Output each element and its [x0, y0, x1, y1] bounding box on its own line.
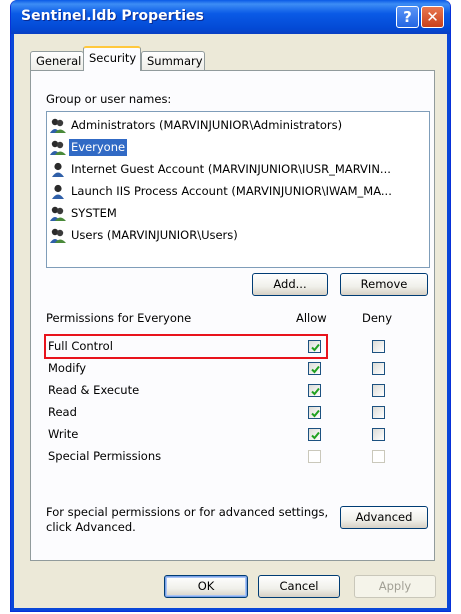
permission-name: Special Permissions	[48, 449, 162, 463]
group-icon	[49, 228, 67, 244]
permission-name: Read & Execute	[48, 383, 140, 397]
deny-checkbox	[372, 450, 385, 463]
user-icon	[49, 162, 67, 178]
permission-row: Read	[45, 402, 385, 423]
advanced-hint-line2: click Advanced.	[46, 520, 136, 534]
permission-row: Read & Execute	[45, 380, 385, 401]
user-name: Launch IIS Process Account (MARVINJUNIOR…	[71, 184, 392, 198]
deny-checkbox[interactable]	[372, 362, 385, 375]
user-list-item[interactable]: Internet Guest Account (MARVINJUNIOR\IUS…	[49, 160, 393, 179]
allow-header: Allow	[296, 311, 327, 325]
user-name: Administrators (MARVINJUNIOR\Administrat…	[71, 118, 343, 132]
allow-checkbox[interactable]	[308, 406, 321, 419]
close-button[interactable]: ✕	[421, 6, 444, 28]
security-panel: Group or user names: Administrators (MAR…	[30, 70, 435, 561]
advanced-button[interactable]: Advanced	[340, 506, 428, 529]
user-name: Everyone	[69, 139, 128, 156]
user-list-item[interactable]: SYSTEM	[49, 204, 119, 223]
permission-row: Special Permissions	[45, 446, 385, 467]
user-name: SYSTEM	[71, 206, 117, 220]
add-button[interactable]: Add...	[252, 273, 328, 296]
remove-button[interactable]: Remove	[340, 273, 428, 296]
permission-name: Read	[48, 405, 77, 419]
allow-checkbox[interactable]	[308, 362, 321, 375]
deny-header: Deny	[362, 311, 393, 325]
permission-name: Write	[48, 427, 79, 441]
group-icon	[49, 118, 67, 134]
allow-checkbox[interactable]	[308, 428, 321, 441]
user-list-item[interactable]: Users (MARVINJUNIOR\Users)	[49, 226, 240, 245]
deny-checkbox[interactable]	[372, 384, 385, 397]
tab-general[interactable]: General	[30, 51, 84, 71]
allow-checkbox	[308, 450, 321, 463]
window-title: Sentinel.ldb Properties	[21, 8, 204, 24]
group-icon	[49, 140, 67, 156]
apply-button[interactable]: Apply	[354, 575, 436, 598]
deny-checkbox[interactable]	[372, 406, 385, 419]
user-list-item[interactable]: Everyone	[49, 138, 128, 157]
group-or-user-names-label: Group or user names:	[46, 92, 172, 106]
permission-name: Modify	[48, 361, 87, 375]
help-button[interactable]: ?	[396, 6, 419, 28]
user-icon	[49, 184, 67, 200]
permission-row: Write	[45, 424, 385, 445]
permission-row: Modify	[45, 358, 385, 379]
full-control-highlight	[44, 334, 328, 359]
tab-summary[interactable]: Summary	[141, 51, 205, 71]
deny-checkbox[interactable]	[372, 340, 385, 353]
ok-button[interactable]: OK	[164, 575, 248, 598]
advanced-hint-line1: For special permissions or for advanced …	[46, 505, 329, 519]
cancel-button[interactable]: Cancel	[258, 575, 340, 598]
group-icon	[49, 206, 67, 222]
user-list-item[interactable]: Launch IIS Process Account (MARVINJUNIOR…	[49, 182, 394, 201]
permissions-label: Permissions for Everyone	[46, 311, 192, 325]
title-bar[interactable]: Sentinel.ldb Properties ? ✕	[11, 0, 450, 34]
deny-checkbox[interactable]	[372, 428, 385, 441]
tab-security[interactable]: Security	[83, 46, 141, 71]
properties-dialog: Sentinel.ldb Properties ? ✕ General Secu…	[10, 0, 451, 612]
user-name: Users (MARVINJUNIOR\Users)	[71, 228, 238, 242]
user-list[interactable]: Administrators (MARVINJUNIOR\Administrat…	[46, 111, 430, 268]
allow-checkbox[interactable]	[308, 384, 321, 397]
user-name: Internet Guest Account (MARVINJUNIOR\IUS…	[71, 162, 391, 176]
user-list-item[interactable]: Administrators (MARVINJUNIOR\Administrat…	[49, 116, 344, 135]
